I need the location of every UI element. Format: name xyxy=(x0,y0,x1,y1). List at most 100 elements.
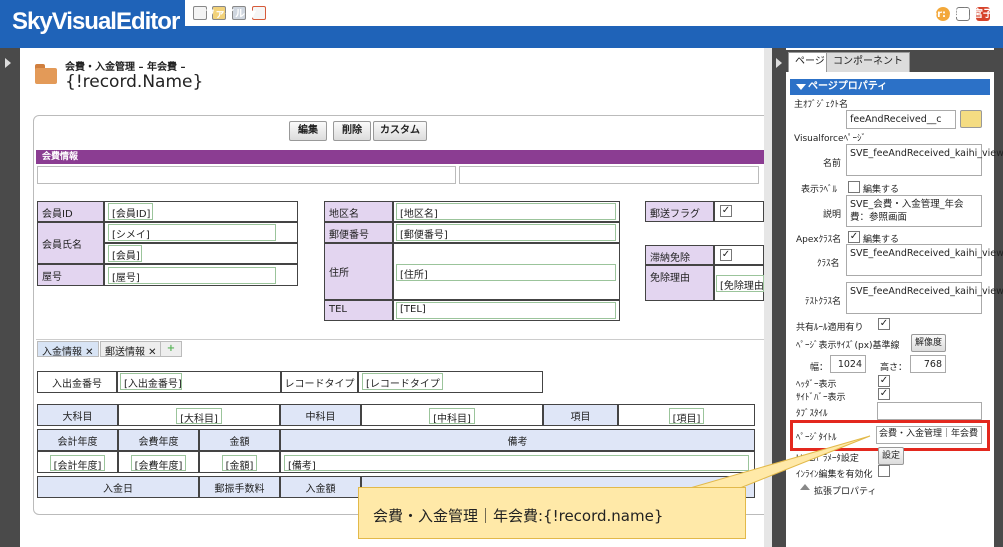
expand-left-icon[interactable] xyxy=(5,58,11,68)
mail-flag-checkbox[interactable]: ✓ xyxy=(720,205,732,217)
grid-label-major: 大科目 xyxy=(37,404,118,426)
deposit-no-label: 入出金番号 xyxy=(37,371,117,393)
callout-text: 会費・入金管理｜年会費:{!record.name} xyxy=(373,507,664,525)
tab-deposit[interactable]: 入金情報 ✕ xyxy=(37,341,99,358)
exempt-reason-field[interactable]: [免除理由] xyxy=(716,275,764,292)
edit-button[interactable]: 編集 xyxy=(289,121,327,141)
left-collapse-bar[interactable] xyxy=(0,48,20,547)
display-label-checkbox[interactable] xyxy=(848,181,860,193)
menu-external[interactable]: 外部連携 ▼ xyxy=(280,5,331,20)
app-logo: SkyVisualEditor xyxy=(12,8,180,35)
width-input[interactable]: 1024 xyxy=(830,355,866,373)
blank-row-right xyxy=(459,166,759,184)
name-input[interactable]: SVE_feeAndReceived_kaihi_view xyxy=(846,144,1003,176)
record-type-label: レコードタイプ xyxy=(281,371,358,393)
visualforce-page-label: Visualforceﾍﾟｰｼﾞ xyxy=(794,134,867,144)
collapse-right-icon[interactable] xyxy=(776,58,782,68)
test-class-label: ﾃｽﾄｸﾗｽ名 xyxy=(805,297,842,307)
field-label-member-name: 会員氏名 xyxy=(37,222,104,264)
grid-header-deposit-amount: 入金額 xyxy=(280,476,361,498)
page-breadcrumb: 会費・入金管理 – 年会費 – xyxy=(65,62,186,73)
menu-file[interactable]: ファイル ▼ xyxy=(205,5,256,20)
page-title: {!record.Name} xyxy=(65,72,204,92)
sidebar-show-checkbox[interactable]: ✓ xyxy=(878,388,890,400)
fee-year-field[interactable]: [会費年度] xyxy=(130,455,187,471)
apex-class-label: Apexｸﾗｽ名 xyxy=(796,235,842,245)
field-label-shop-name: 屋号 xyxy=(37,264,104,286)
class-name-input[interactable]: SVE_feeAndReceived_kaihi_view xyxy=(846,244,1003,276)
main-object-label: 主ｵﾌﾞｼﾞｪｸﾄ名 xyxy=(794,100,849,110)
delete-button[interactable]: 削除 xyxy=(333,121,371,141)
grid-header-amount: 金額 xyxy=(199,429,280,451)
width-label: 幅： xyxy=(810,363,829,373)
apex-edit-checkbox[interactable]: ✓ xyxy=(848,231,860,243)
section-header: 会費情報 xyxy=(36,150,764,164)
add-tab-icon[interactable]: + xyxy=(160,341,182,357)
major-category-field[interactable]: [大科目] xyxy=(176,408,222,424)
grid-header-transfer-fee: 郵振手数料 xyxy=(199,476,280,498)
page-properties-header[interactable]: ページプロパティ xyxy=(790,79,990,95)
display-label-edit-text: 編集する xyxy=(863,185,900,195)
menu-wizard[interactable]: ウィザード ▼ xyxy=(363,5,424,20)
grid-label-middle: 中科目 xyxy=(280,404,361,426)
sharing-rule-checkbox[interactable]: ✓ xyxy=(878,318,890,330)
menu-help[interactable]: ヘルプ ▼ xyxy=(517,5,558,20)
field-label-postal: 郵便番号 xyxy=(324,222,393,243)
middle-category-field[interactable]: [中科目] xyxy=(429,408,475,424)
menu-tools[interactable]: ツール ▼ xyxy=(447,5,488,20)
grid-cell-amount: [金額] xyxy=(199,451,280,473)
page-size-label: ﾍﾟｰｼﾞ表示ｻｲｽﾞ(px)基準線 xyxy=(796,341,900,351)
field-label-address: 住所 xyxy=(324,243,393,300)
exempt-checkbox[interactable]: ✓ xyxy=(720,249,732,261)
field-label-mail-flag: 郵送フラグ xyxy=(645,201,714,222)
grid-cell-middle: [中科目] xyxy=(361,404,543,426)
field-label-exempt: 滞納免除 xyxy=(645,245,714,265)
main-object-input[interactable]: feeAndReceived__c xyxy=(846,110,956,129)
header-show-checkbox[interactable]: ✓ xyxy=(878,375,890,387)
description-input[interactable]: SVE_会費・入金管理_年会費：参照画面 xyxy=(846,195,982,227)
member-id-field[interactable]: [会員ID] xyxy=(108,203,153,220)
height-input[interactable]: 768 xyxy=(910,355,946,373)
amount-field[interactable]: [金額] xyxy=(221,455,258,471)
member-name-field[interactable]: [会員] xyxy=(108,245,142,262)
edit-pencil-icon[interactable] xyxy=(960,110,982,128)
postal-code-field[interactable]: [郵便番号] xyxy=(396,224,616,241)
grid-cell-major: [大科目] xyxy=(118,404,280,426)
resolution-button[interactable]: 解像度 xyxy=(911,334,947,352)
field-label-district: 地区名 xyxy=(324,201,393,222)
display-label-label: 表示ﾗﾍﾞﾙ xyxy=(801,185,838,195)
tab-divider xyxy=(36,339,764,340)
test-class-input[interactable]: SVE_feeAndReceived_kaihi_viewTest xyxy=(846,282,1003,314)
kana-name-field[interactable]: [シメイ] xyxy=(108,224,276,241)
class-name-label: ｸﾗｽ名 xyxy=(817,259,840,269)
field-label-exempt-reason: 免除理由 xyxy=(645,265,714,301)
url-param-button[interactable]: 設定 xyxy=(878,447,905,465)
record-type-field[interactable]: [レコードタイプ ID] xyxy=(362,373,443,390)
fiscal-year-field[interactable]: [会計年度] xyxy=(49,455,106,471)
login-user: LoginUser: 桜庭 宮子 xyxy=(885,9,993,20)
blank-row-left xyxy=(37,166,456,184)
address-field[interactable]: [住所] xyxy=(396,264,616,281)
sidebar-show-label: ｻｲﾄﾞﾊﾞｰ表示 xyxy=(796,393,846,403)
grid-cell-fee-year: [会費年度] xyxy=(118,451,199,473)
header-show-label: ﾍｯﾀﾞｰ表示 xyxy=(796,380,837,390)
grid-header-deposit-date: 入金日 xyxy=(37,476,199,498)
field-label-member-id: 会員ID xyxy=(37,201,104,222)
field-label-tel: TEL xyxy=(324,300,393,321)
tab-component[interactable]: コンポーネント xyxy=(826,52,910,72)
grid-header-fiscal-year: 会計年度 xyxy=(37,429,118,451)
grid-header-fee-year: 会費年度 xyxy=(118,429,199,451)
custom-button[interactable]: カスタム xyxy=(373,121,427,141)
deposit-no-field[interactable]: [入出金番号] xyxy=(120,373,182,390)
right-collapse-bar[interactable] xyxy=(994,48,1003,547)
folder-icon xyxy=(35,68,57,84)
name-label: 名前 xyxy=(823,159,842,169)
page-title-input[interactable]: 会費・入金管理｜年会費 xyxy=(876,426,982,444)
district-field[interactable]: [地区名] xyxy=(396,203,616,220)
height-label: 高さ： xyxy=(880,363,908,373)
tab-mailing[interactable]: 郵送情報 ✕ xyxy=(100,341,162,358)
shop-name-field[interactable]: [屋号] xyxy=(108,267,276,284)
tab-style-input[interactable] xyxy=(877,402,982,420)
tel-field[interactable]: [TEL] xyxy=(396,302,616,319)
collapse-triangle-icon[interactable] xyxy=(796,84,806,90)
